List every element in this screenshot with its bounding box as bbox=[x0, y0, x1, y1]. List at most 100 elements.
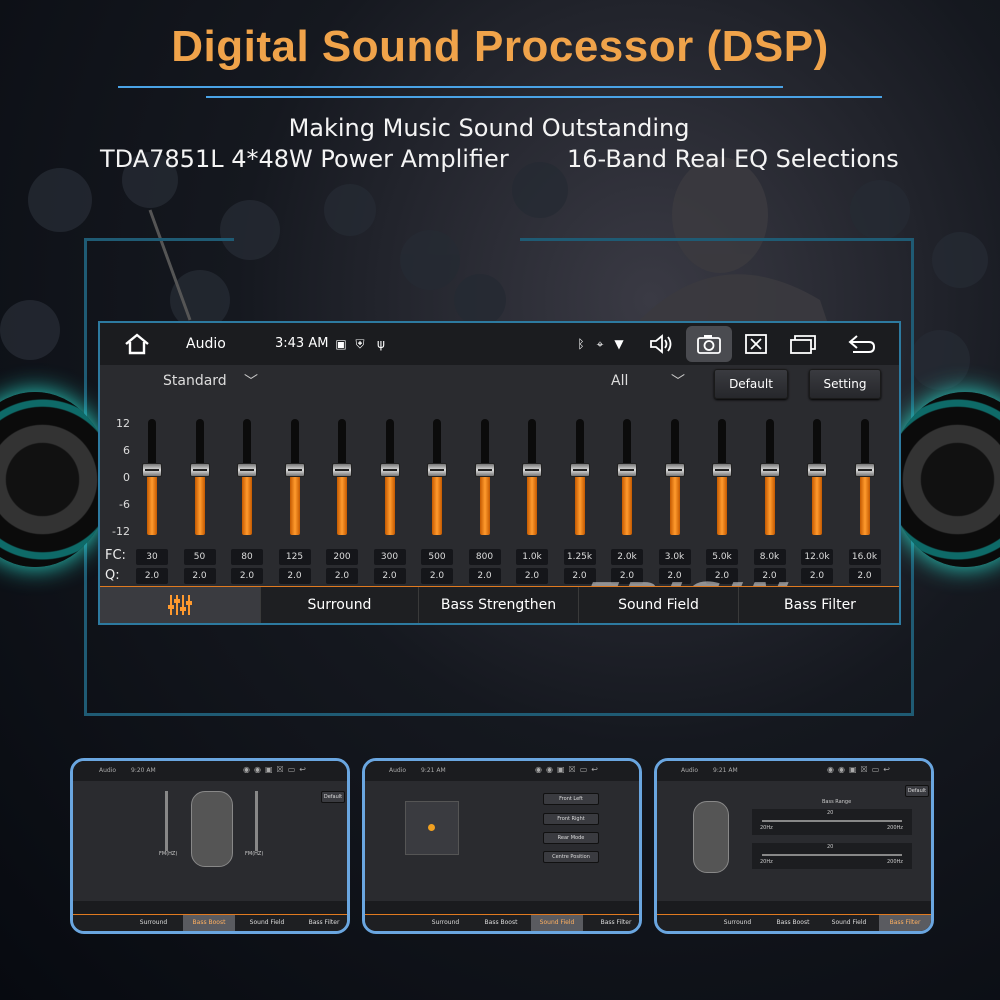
thumb-tab-surround[interactable]: Surround bbox=[423, 915, 468, 931]
thumb-tab-bass-filter[interactable]: Bass Filter bbox=[299, 915, 347, 931]
q-value[interactable]: 2.0 bbox=[183, 568, 216, 584]
eq-knob[interactable] bbox=[759, 463, 780, 477]
fc-value[interactable]: 1.0k bbox=[516, 549, 548, 565]
fc-value[interactable]: 1.25k bbox=[563, 549, 596, 565]
fc-value[interactable]: 80 bbox=[231, 549, 263, 565]
preset-dropdown[interactable]: Standard ﹀ bbox=[160, 365, 270, 401]
channel-dropdown[interactable]: All ﹀ bbox=[605, 365, 695, 401]
eq-knob[interactable] bbox=[142, 463, 162, 477]
sound-field-grid[interactable] bbox=[405, 801, 459, 855]
q-value[interactable]: 2.0 bbox=[231, 568, 263, 584]
eq-band-slider[interactable]: 125 2.0 bbox=[277, 403, 313, 584]
eq-band-slider[interactable]: 16.0k 2.0 bbox=[847, 403, 883, 584]
fc-value[interactable]: 8.0k bbox=[753, 549, 786, 565]
eq-band-slider[interactable]: 1.25k 2.0 bbox=[562, 403, 598, 584]
bass-range-slider-2[interactable]: 20 20Hz 200Hz bbox=[752, 843, 912, 869]
q-value[interactable]: 2.0 bbox=[421, 568, 453, 584]
tab-bass-strengthen[interactable]: Bass Strengthen bbox=[418, 587, 578, 623]
eq-band-slider[interactable]: 200 2.0 bbox=[324, 403, 360, 584]
fc-value[interactable]: 5.0k bbox=[706, 549, 738, 565]
q-value[interactable]: 2.0 bbox=[516, 568, 548, 584]
fc-value[interactable]: 2.0k bbox=[611, 549, 643, 565]
q-value[interactable]: 2.0 bbox=[801, 568, 833, 584]
q-value[interactable]: 2.0 bbox=[278, 568, 311, 584]
tab-sound-field[interactable]: Sound Field bbox=[578, 587, 738, 623]
thumb-tab-bass-filter[interactable]: Bass Filter bbox=[879, 915, 931, 931]
eq-band-slider[interactable]: 80 2.0 bbox=[229, 403, 265, 584]
eq-band-slider[interactable]: 12.0k 2.0 bbox=[799, 403, 835, 584]
setting-button[interactable]: Setting bbox=[809, 369, 881, 399]
eq-band-slider[interactable]: 30 2.0 bbox=[134, 403, 170, 584]
eq-knob[interactable] bbox=[712, 463, 732, 477]
q-value[interactable]: 2.0 bbox=[373, 568, 406, 584]
bass-range-slider-1[interactable]: 20 20Hz 200Hz bbox=[752, 809, 912, 835]
camera-icon[interactable] bbox=[694, 323, 724, 365]
front-left-button[interactable]: Front Left bbox=[543, 793, 599, 805]
volume-icon[interactable] bbox=[646, 323, 676, 365]
fc-value[interactable]: 3.0k bbox=[658, 549, 691, 565]
eq-knob[interactable] bbox=[854, 463, 875, 477]
tab-surround[interactable]: Surround bbox=[260, 587, 418, 623]
eq-knob[interactable] bbox=[237, 463, 257, 477]
fc-value[interactable]: 300 bbox=[373, 549, 406, 565]
thumb-tab-surround[interactable]: Surround bbox=[715, 915, 760, 931]
eq-band-slider[interactable]: 5.0k 2.0 bbox=[704, 403, 740, 584]
centre-position-button[interactable]: Centre Position bbox=[543, 851, 599, 863]
tab-equalizer[interactable] bbox=[100, 587, 260, 623]
q-value[interactable]: 2.0 bbox=[848, 568, 881, 584]
back-icon[interactable] bbox=[846, 323, 878, 365]
eq-knob[interactable] bbox=[807, 463, 827, 477]
fc-value[interactable]: 30 bbox=[136, 549, 168, 565]
fc-value[interactable]: 50 bbox=[183, 549, 216, 565]
fc-value[interactable]: 125 bbox=[278, 549, 311, 565]
eq-band-slider[interactable]: 500 2.0 bbox=[419, 403, 455, 584]
eq-band-slider[interactable]: 800 2.0 bbox=[467, 403, 503, 584]
fc-value[interactable]: 500 bbox=[421, 549, 453, 565]
thumb-default-button[interactable]: Default bbox=[321, 791, 345, 803]
eq-knob[interactable] bbox=[284, 463, 305, 477]
eq-knob[interactable] bbox=[189, 463, 210, 477]
default-button[interactable]: Default bbox=[714, 369, 788, 399]
fc-value[interactable]: 800 bbox=[468, 549, 501, 565]
thumb-tab-surround[interactable]: Surround bbox=[131, 915, 176, 931]
fc-value[interactable]: 200 bbox=[326, 549, 358, 565]
eq-knob[interactable] bbox=[569, 463, 590, 477]
thumb-tab-bass-boost[interactable]: Bass Boost bbox=[477, 915, 525, 931]
home-icon[interactable] bbox=[122, 323, 152, 365]
q-value[interactable]: 2.0 bbox=[468, 568, 501, 584]
eq-band-slider[interactable]: 3.0k 2.0 bbox=[657, 403, 693, 584]
eq-band-slider[interactable]: 8.0k 2.0 bbox=[752, 403, 788, 584]
eq-knob[interactable] bbox=[427, 463, 447, 477]
thumb-time: 9:21 AM bbox=[421, 767, 446, 774]
tab-bass-filter[interactable]: Bass Filter bbox=[738, 587, 899, 623]
q-value[interactable]: 2.0 bbox=[136, 568, 168, 584]
eq-knob[interactable] bbox=[474, 463, 495, 477]
thumb-tab-bass-boost[interactable]: Bass Boost bbox=[183, 915, 235, 931]
eq-band-slider[interactable]: 300 2.0 bbox=[372, 403, 408, 584]
page-title: Digital Sound Processor (DSP) bbox=[171, 22, 829, 71]
eq-knob[interactable] bbox=[617, 463, 637, 477]
thumb-default-button[interactable]: Default bbox=[905, 785, 929, 797]
eq-knob[interactable] bbox=[332, 463, 352, 477]
eq-band-slider[interactable]: 50 2.0 bbox=[182, 403, 218, 584]
sound-field-position-dot[interactable] bbox=[428, 824, 435, 831]
q-value[interactable]: 2.0 bbox=[326, 568, 358, 584]
windows-icon[interactable] bbox=[788, 323, 818, 365]
eq-knob[interactable] bbox=[522, 463, 542, 477]
thumb-tab-sound-field[interactable]: Sound Field bbox=[531, 915, 583, 931]
thumb-tab-sound-field[interactable]: Sound Field bbox=[243, 915, 291, 931]
eq-band-slider[interactable]: 2.0k 2.0 bbox=[609, 403, 645, 584]
thumb-tab-bass-filter[interactable]: Bass Filter bbox=[591, 915, 639, 931]
front-right-button[interactable]: Front Right bbox=[543, 813, 599, 825]
thumb-left-slider[interactable] bbox=[165, 791, 168, 851]
eq-knob[interactable] bbox=[379, 463, 400, 477]
rear-mode-button[interactable]: Rear Mode bbox=[543, 832, 599, 844]
fc-value[interactable]: 16.0k bbox=[848, 549, 881, 565]
thumb-tab-sound-field[interactable]: Sound Field bbox=[825, 915, 873, 931]
thumb-tab-bass-boost[interactable]: Bass Boost bbox=[769, 915, 817, 931]
thumb-right-slider[interactable] bbox=[255, 791, 258, 851]
fc-value[interactable]: 12.0k bbox=[801, 549, 833, 565]
close-box-icon[interactable] bbox=[741, 323, 771, 365]
eq-knob[interactable] bbox=[664, 463, 685, 477]
eq-band-slider[interactable]: 1.0k 2.0 bbox=[514, 403, 550, 584]
